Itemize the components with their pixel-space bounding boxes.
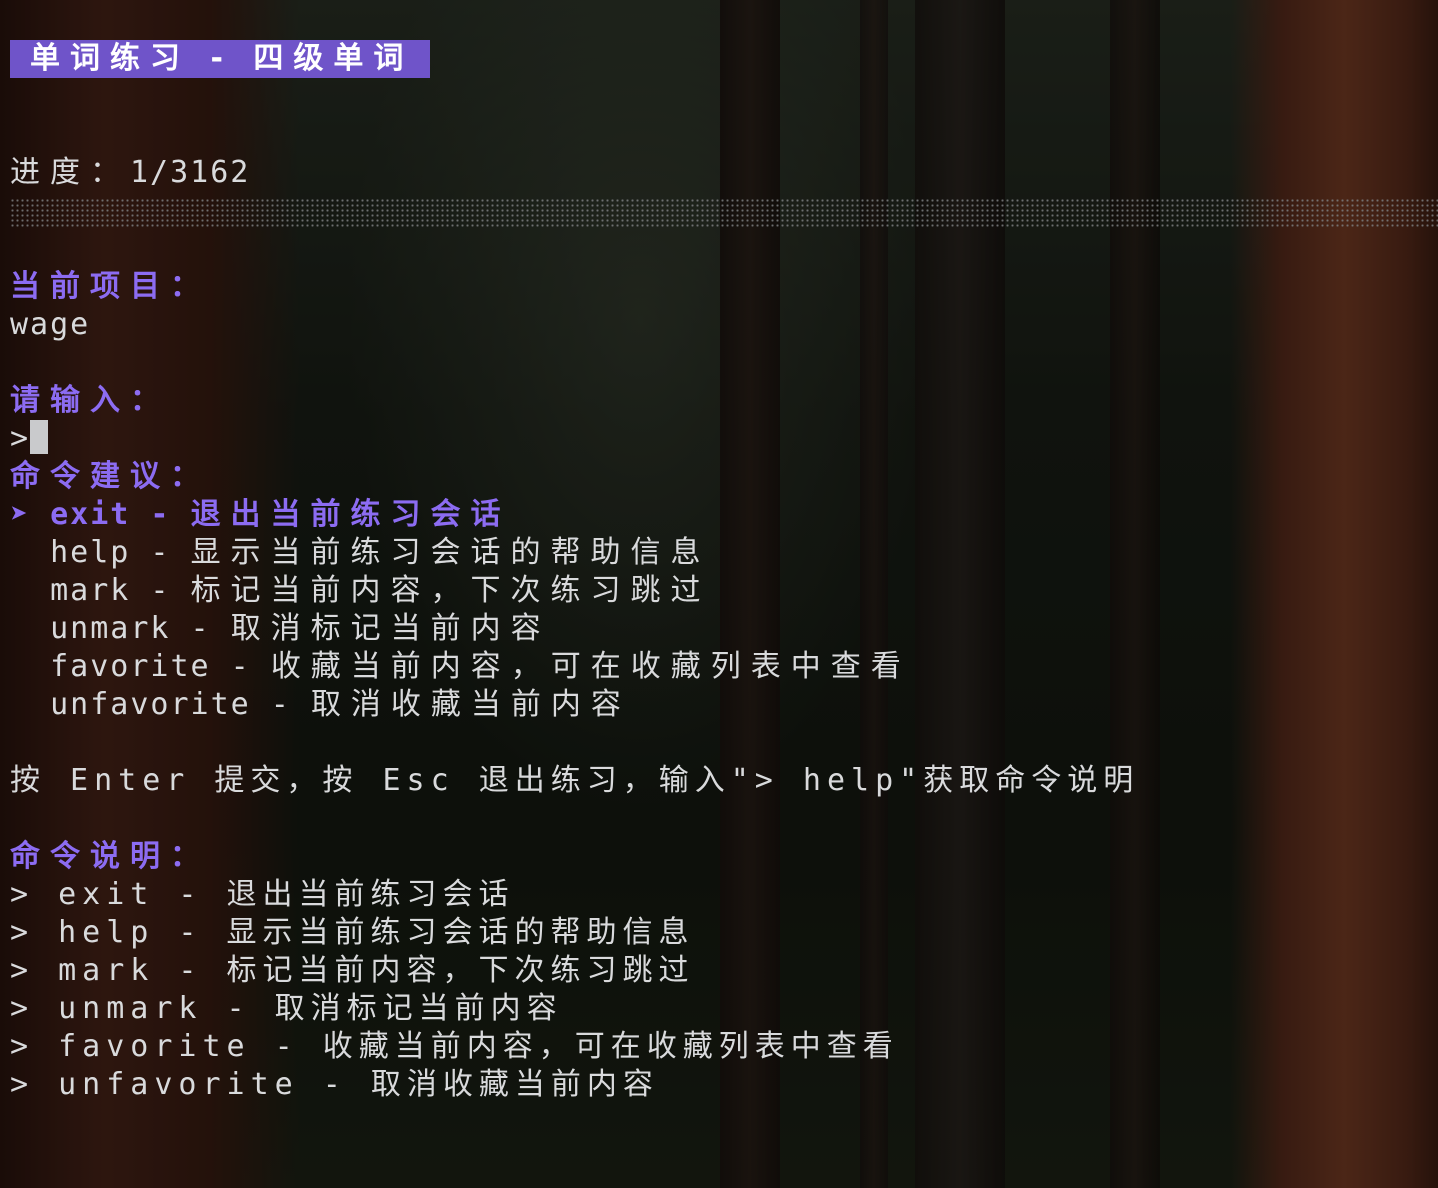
suggestion-desc: 取消收藏当前内容 bbox=[310, 687, 631, 722]
help-item: > help - 显示当前练习会话的帮助信息 bbox=[10, 915, 695, 950]
progress-value: 1/3162 bbox=[130, 155, 251, 190]
help-item: > exit - 退出当前练习会话 bbox=[10, 877, 515, 912]
keyboard-hint: 按 Enter 提交，按 Esc 退出练习，输入"> help"获取命令说明 bbox=[10, 763, 1140, 798]
suggestion-cmd: help bbox=[50, 535, 131, 570]
help-item: > mark - 标记当前内容，下次练习跳过 bbox=[10, 953, 695, 988]
suggestion-desc: 显示当前练习会话的帮助信息 bbox=[190, 535, 711, 570]
suggestion-item-mark[interactable]: mark - 标记当前内容，下次练习跳过 bbox=[10, 572, 711, 610]
text-cursor bbox=[30, 420, 49, 454]
help-label: 命令说明： bbox=[10, 839, 210, 874]
progress-separator bbox=[10, 198, 1438, 228]
current-item-label: 当前项目： bbox=[10, 269, 210, 304]
selected-arrow-icon: ➤ bbox=[10, 497, 31, 532]
input-prompt: > bbox=[10, 421, 31, 456]
progress-label: 进度： bbox=[10, 155, 130, 190]
suggestion-cmd: favorite bbox=[50, 649, 211, 684]
input-line[interactable]: > bbox=[10, 420, 49, 458]
suggestion-cmd: unmark bbox=[50, 611, 171, 646]
suggestion-desc: 标记当前内容，下次练习跳过 bbox=[190, 573, 711, 608]
suggestion-item-unmark[interactable]: unmark - 取消标记当前内容 bbox=[10, 610, 551, 648]
title-banner: 单词练习 - 四级单词 bbox=[10, 40, 430, 78]
input-label: 请输入： bbox=[10, 383, 170, 418]
suggestion-cmd: unfavorite bbox=[50, 687, 251, 722]
suggestion-cmd: mark bbox=[50, 573, 131, 608]
current-word: wage bbox=[10, 307, 91, 342]
help-item: > unfavorite - 取消收藏当前内容 bbox=[10, 1067, 659, 1102]
suggestion-item-exit[interactable]: ➤ exit - 退出当前练习会话 bbox=[10, 496, 511, 534]
suggestion-desc: 收藏当前内容，可在收藏列表中查看 bbox=[270, 649, 911, 684]
help-item: > favorite - 收藏当前内容，可在收藏列表中查看 bbox=[10, 1029, 899, 1064]
suggestion-desc: 退出当前练习会话 bbox=[190, 497, 511, 532]
progress-line: 进度：1/3162 bbox=[10, 154, 250, 192]
suggestion-cmd: exit bbox=[50, 497, 131, 532]
suggestion-desc: 取消标记当前内容 bbox=[230, 611, 551, 646]
suggestion-item-unfavorite[interactable]: unfavorite - 取消收藏当前内容 bbox=[10, 686, 631, 724]
suggestion-item-favorite[interactable]: favorite - 收藏当前内容，可在收藏列表中查看 bbox=[10, 648, 911, 686]
help-item: > unmark - 取消标记当前内容 bbox=[10, 991, 563, 1026]
suggestion-item-help[interactable]: help - 显示当前练习会话的帮助信息 bbox=[10, 534, 711, 572]
suggestions-label: 命令建议： bbox=[10, 459, 210, 494]
